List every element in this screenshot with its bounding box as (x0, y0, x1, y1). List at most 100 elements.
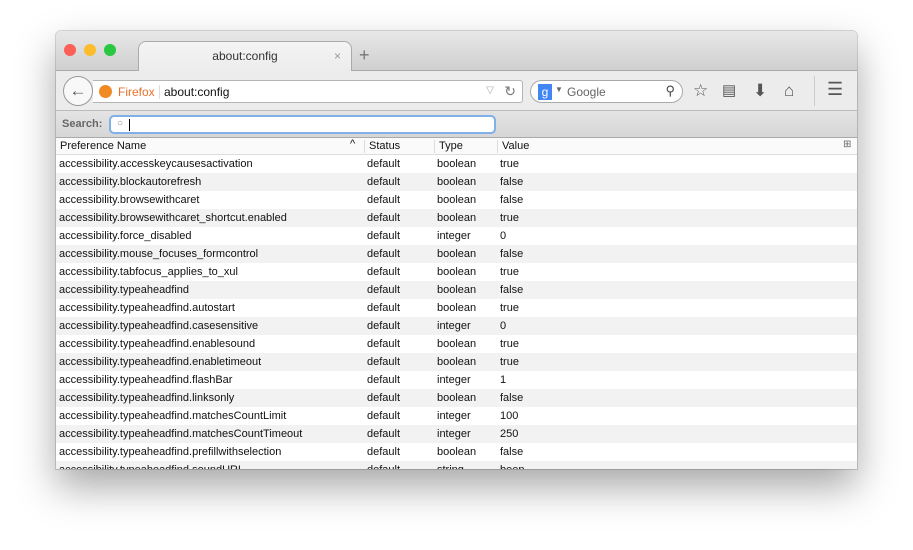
table-row[interactable]: accessibility.typeaheadfind.autostart def… (56, 299, 857, 317)
close-window-button[interactable] (64, 44, 76, 56)
search-icon[interactable]: ⚲ (665, 83, 675, 99)
cell-type: integer (437, 320, 471, 332)
column-picker-icon[interactable]: ⊞ (843, 139, 851, 150)
column-type[interactable]: Type (439, 140, 463, 152)
config-search-input[interactable]: ○ (109, 115, 496, 134)
cell-name: accessibility.typeaheadfind (59, 284, 190, 296)
cell-name: accessibility.browsewithcaret_shortcut.e… (59, 212, 287, 224)
cell-name: accessibility.mouse_focuses_formcontrol (59, 248, 259, 260)
cell-name: accessibility.blockautorefresh (59, 176, 202, 188)
bookmarks-menu-icon[interactable]: ▤ (722, 81, 736, 99)
firefox-icon (99, 85, 112, 98)
cell-value: false (500, 194, 524, 206)
cell-type: string (437, 461, 464, 469)
cell-type: boolean (437, 176, 477, 188)
cell-type: boolean (437, 212, 477, 224)
cell-value: 0 (500, 230, 507, 242)
minimize-window-button[interactable] (84, 44, 96, 56)
table-header: Preference Name ^ Status Type Value ⊞ (56, 138, 857, 155)
table-row[interactable]: accessibility.force_disabled default integ… (56, 227, 857, 245)
column-divider[interactable] (434, 140, 435, 153)
tab-title: about:config (212, 49, 278, 63)
sort-ascending-icon[interactable]: ^ (350, 138, 355, 150)
table-row[interactable]: accessibility.typeaheadfind.matchesCount… (56, 425, 857, 443)
cell-value: 100 (500, 410, 519, 422)
zoom-window-button[interactable] (104, 44, 116, 56)
search-box[interactable]: g ▼ Google ⚲ (530, 80, 683, 103)
search-label: Search: (62, 118, 103, 130)
cell-type: boolean (437, 158, 477, 170)
google-icon[interactable]: g (538, 84, 552, 100)
search-icon: ○ (117, 118, 124, 129)
bookmark-star-icon[interactable]: ☆ (693, 81, 708, 101)
cell-value: true (500, 266, 519, 278)
cell-status: default (367, 194, 401, 206)
column-divider[interactable] (364, 140, 365, 153)
table-row[interactable]: accessibility.typeaheadfind.soundURL defa… (56, 461, 857, 469)
cell-value: false (500, 446, 524, 458)
cell-type: integer (437, 428, 471, 440)
cell-value: 1 (500, 374, 507, 386)
cell-value: false (500, 176, 524, 188)
cell-type: boolean (437, 284, 477, 296)
table-row[interactable]: accessibility.mouse_focuses_formcontrol d… (56, 245, 857, 263)
table-row[interactable]: accessibility.typeaheadfind.prefillwiths… (56, 443, 857, 461)
cell-value: true (500, 338, 519, 350)
cell-type: integer (437, 410, 471, 422)
cell-value: false (500, 392, 524, 404)
home-icon[interactable]: ⌂ (784, 81, 794, 101)
cell-type: integer (437, 230, 471, 242)
cell-status: default (367, 446, 401, 458)
cell-value: true (500, 356, 519, 368)
navigation-bar: Firefox about:config ▽ ↻ ← g ▼ Google ⚲ … (56, 71, 857, 111)
table-row[interactable]: accessibility.accesskeycausesactivation d… (56, 155, 857, 173)
browser-window: about:config × + Firefox about:config ▽ … (56, 31, 857, 469)
cell-name: accessibility.tabfocus_applies_to_xul (59, 266, 238, 278)
engine-dropdown-icon[interactable]: ▼ (555, 85, 563, 94)
url-bar[interactable]: Firefox about:config ▽ ↻ (93, 80, 523, 103)
table-row[interactable]: accessibility.browsewithcaret_shortcut.e… (56, 209, 857, 227)
search-placeholder: Google (567, 85, 606, 99)
cell-status: default (367, 461, 400, 469)
cell-status: default (367, 212, 401, 224)
table-row[interactable]: accessibility.typeaheadfind.linksonly def… (56, 389, 857, 407)
cell-value: beep (500, 461, 524, 469)
history-dropdown-icon[interactable]: ▽ (486, 85, 494, 96)
table-row[interactable]: accessibility.typeaheadfind.flashBar defa… (56, 371, 857, 389)
downloads-icon[interactable]: ⬇ (753, 81, 767, 101)
table-row[interactable]: accessibility.typeaheadfind.enabletimeou… (56, 353, 857, 371)
table-row[interactable]: accessibility.typeaheadfind.casesensitiv… (56, 317, 857, 335)
cell-name: accessibility.typeaheadfind.enablesound (59, 338, 256, 350)
tab-strip: about:config × + (56, 31, 857, 72)
menu-icon[interactable]: ☰ (827, 79, 843, 100)
table-row[interactable]: accessibility.typeaheadfind default boolea… (56, 281, 857, 299)
cell-value: true (500, 158, 519, 170)
toolbar-separator (814, 76, 815, 106)
identity-label: Firefox (118, 85, 155, 99)
cell-name: accessibility.typeaheadfind.matchesCount… (59, 410, 287, 422)
reload-icon[interactable]: ↻ (504, 83, 516, 100)
new-tab-button[interactable]: + (359, 45, 370, 66)
table-row[interactable]: accessibility.typeaheadfind.enablesound d… (56, 335, 857, 353)
column-value[interactable]: Value (502, 140, 529, 152)
url-text[interactable]: about:config (159, 85, 229, 99)
column-divider[interactable] (497, 140, 498, 153)
column-status[interactable]: Status (369, 140, 400, 152)
cell-type: boolean (437, 446, 477, 458)
tab-about-config[interactable]: about:config × (138, 41, 352, 72)
table-row[interactable]: accessibility.typeaheadfind.matchesCount… (56, 407, 857, 425)
close-tab-icon[interactable]: × (334, 42, 341, 71)
cell-name: accessibility.typeaheadfind.flashBar (59, 374, 233, 386)
table-row[interactable]: accessibility.blockautorefresh default boo… (56, 173, 857, 191)
column-preference-name[interactable]: Preference Name (60, 140, 146, 152)
cell-status: default (367, 410, 401, 422)
cell-status: default (367, 176, 401, 188)
table-row[interactable]: accessibility.browsewithcaret default bool… (56, 191, 857, 209)
cell-name: accessibility.typeaheadfind.soundURL (59, 461, 244, 469)
table-row[interactable]: accessibility.tabfocus_applies_to_xul def… (56, 263, 857, 281)
back-button[interactable]: ← (63, 76, 93, 106)
cell-name: accessibility.typeaheadfind.casesensitiv… (59, 320, 259, 332)
preferences-table: accessibility.accesskeycausesactivation d… (56, 155, 857, 469)
cell-type: integer (437, 374, 471, 386)
cell-status: default (367, 356, 401, 368)
